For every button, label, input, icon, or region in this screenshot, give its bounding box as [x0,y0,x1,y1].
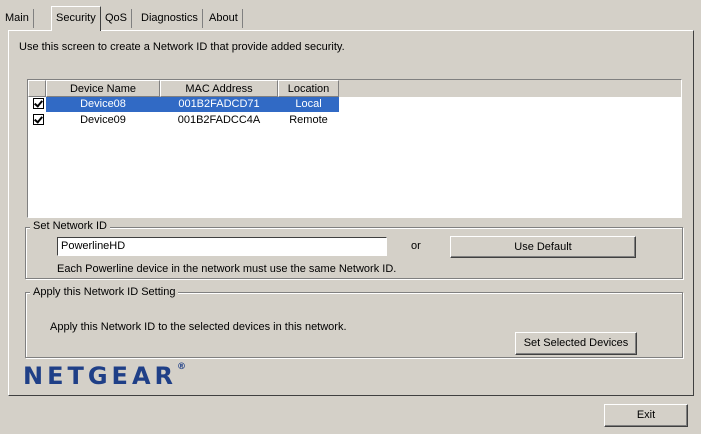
set-network-id-legend: Set Network ID [30,220,110,232]
table-row[interactable]: Device08 001B2FADCD71 Local [28,97,681,112]
device-name-cell: Device09 [80,114,126,126]
apply-setting-text: Apply this Network ID to the selected de… [50,321,347,333]
tab-bar: Main Security QoS Diagnostics About [0,0,701,33]
mac-address-cell: 001B2FADCC4A [177,114,261,126]
network-id-note: Each Powerline device in the network mus… [57,263,397,275]
or-label: or [411,240,421,252]
mac-address-cell: 001B2FADCD71 [178,98,260,110]
device-list[interactable]: Device Name MAC Address Location Device0… [27,79,682,218]
tab-about[interactable]: About [205,9,243,28]
exit-button[interactable]: Exit [604,404,688,427]
netgear-logo: NETGEAR® [23,362,186,390]
apply-setting-legend: Apply this Network ID Setting [30,286,179,298]
header-mac-address[interactable]: MAC Address [160,80,278,97]
network-id-input[interactable]: PowerlineHD [57,237,387,256]
logo-text: NETGEAR [23,362,177,390]
intro-text: Use this screen to create a Network ID t… [19,41,345,53]
table-row[interactable]: Device09 001B2FADCC4A Remote [28,113,681,128]
tab-main[interactable]: Main [1,9,34,28]
header-check-column [28,80,46,97]
header-device-name[interactable]: Device Name [46,80,160,97]
tab-diagnostics[interactable]: Diagnostics [137,9,203,28]
device-list-header: Device Name MAC Address Location [28,80,681,97]
device-name-cell: Device08 [80,98,126,110]
row-checkbox[interactable] [33,114,44,125]
use-default-button[interactable]: Use Default [450,236,636,258]
location-cell: Local [295,98,322,110]
header-location[interactable]: Location [278,80,339,97]
tab-security[interactable]: Security [51,6,101,31]
row-checkbox[interactable] [33,98,44,109]
tab-qos[interactable]: QoS [101,9,133,28]
registered-mark: ® [177,362,186,372]
location-cell: Remote [289,114,328,126]
set-selected-devices-button[interactable]: Set Selected Devices [515,332,637,355]
